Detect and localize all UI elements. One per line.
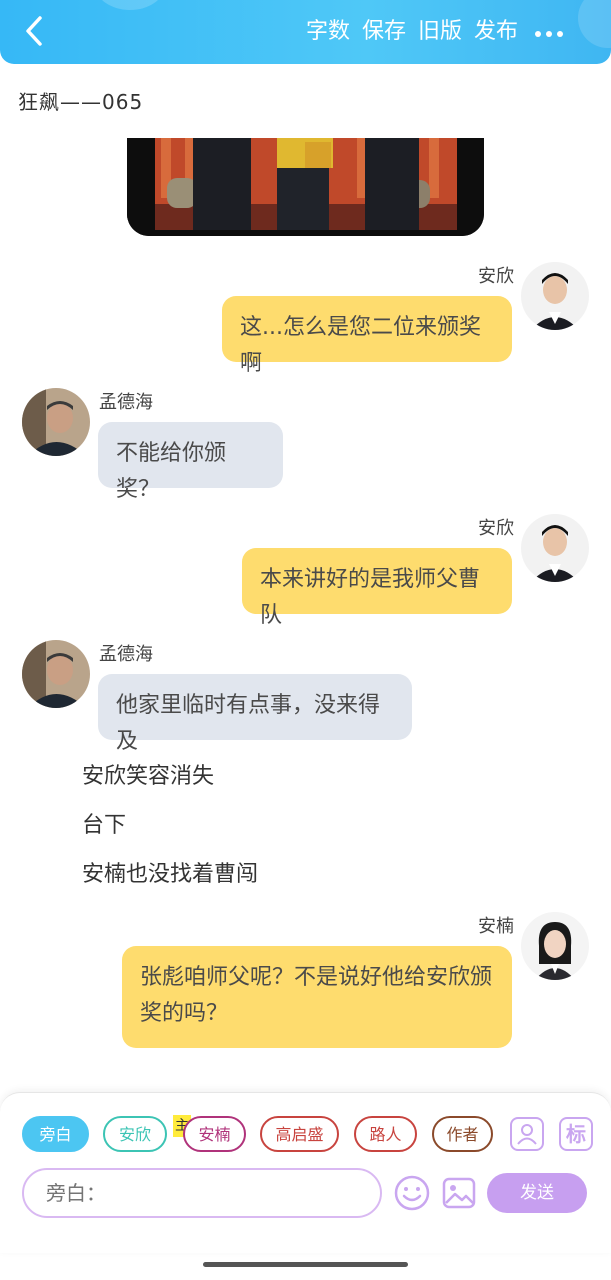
decor-circle bbox=[95, 0, 165, 10]
avatar-mengdehai[interactable] bbox=[22, 388, 90, 456]
avatar-anxin[interactable] bbox=[521, 262, 589, 330]
decor-circle bbox=[578, 0, 611, 48]
home-indicator bbox=[203, 1262, 408, 1267]
scene-image[interactable] bbox=[127, 138, 484, 236]
back-button[interactable] bbox=[18, 14, 52, 48]
speaker-name: 孟德海 bbox=[99, 644, 153, 665]
person-avatar-icon bbox=[521, 514, 589, 582]
message-bubble[interactable]: 不能给你颁奖？ bbox=[98, 422, 283, 502]
speaker-name: 安欣 bbox=[478, 266, 514, 287]
avatar-anxin[interactable] bbox=[521, 514, 589, 582]
more-dots-icon[interactable] bbox=[535, 22, 575, 42]
speaker-name: 孟德海 bbox=[99, 392, 153, 413]
avatar-mengdehai[interactable] bbox=[22, 640, 90, 708]
story-title: 狂飙——065 bbox=[18, 90, 144, 114]
role-chip-author[interactable]: 作者 bbox=[432, 1116, 493, 1152]
speaker-name: 安欣 bbox=[478, 518, 514, 539]
image-icon[interactable] bbox=[441, 1175, 477, 1211]
avatar-annan[interactable] bbox=[521, 912, 589, 980]
person-icon bbox=[517, 1124, 537, 1145]
speaker-name: 安楠 bbox=[478, 916, 514, 937]
narration-line[interactable]: 安欣笑容消失 bbox=[82, 758, 214, 790]
message-bubble[interactable]: 张彪咱师父呢？不是说好他给安欣颁奖的吗？ bbox=[122, 946, 512, 1048]
person-avatar-icon bbox=[521, 262, 589, 330]
role-chip-anxin[interactable]: 安欣 bbox=[103, 1116, 167, 1152]
chevron-left-icon bbox=[26, 16, 42, 46]
person-avatar-icon bbox=[22, 388, 90, 456]
emoji-icon[interactable] bbox=[393, 1174, 431, 1212]
save-button[interactable]: 保存 bbox=[362, 17, 406, 47]
message-bubble[interactable]: 这...怎么是您二位来颁奖啊 bbox=[222, 296, 512, 376]
narration-line[interactable]: 台下 bbox=[82, 807, 126, 839]
old-version-button[interactable]: 旧版 bbox=[418, 17, 462, 47]
narration-line[interactable]: 安楠也没找着曹闯 bbox=[82, 856, 258, 888]
word-count-button[interactable]: 字数 bbox=[306, 17, 350, 47]
role-chip-narration[interactable]: 旁白 bbox=[22, 1116, 89, 1152]
person-avatar-icon bbox=[22, 640, 90, 708]
publish-button[interactable]: 发布 bbox=[474, 17, 518, 47]
message-bubble[interactable]: 本来讲好的是我师父曹队 bbox=[242, 548, 512, 628]
role-chip-gaoqisheng[interactable]: 高启盛 bbox=[260, 1116, 339, 1152]
send-button[interactable]: 发送 bbox=[487, 1173, 587, 1213]
role-chip-annan[interactable]: 安楠 bbox=[183, 1116, 246, 1152]
ceremony-photo bbox=[127, 138, 484, 236]
add-role-icon[interactable] bbox=[510, 1117, 544, 1151]
role-chip-passerby[interactable]: 路人 bbox=[354, 1116, 417, 1152]
tag-button[interactable]: 标 bbox=[559, 1117, 593, 1151]
top-bar: 字数 保存 旧版 发布 bbox=[0, 0, 611, 64]
message-input[interactable] bbox=[22, 1168, 382, 1218]
person-avatar-icon bbox=[521, 912, 589, 980]
message-bubble[interactable]: 他家里临时有点事，没来得及 bbox=[98, 674, 412, 754]
